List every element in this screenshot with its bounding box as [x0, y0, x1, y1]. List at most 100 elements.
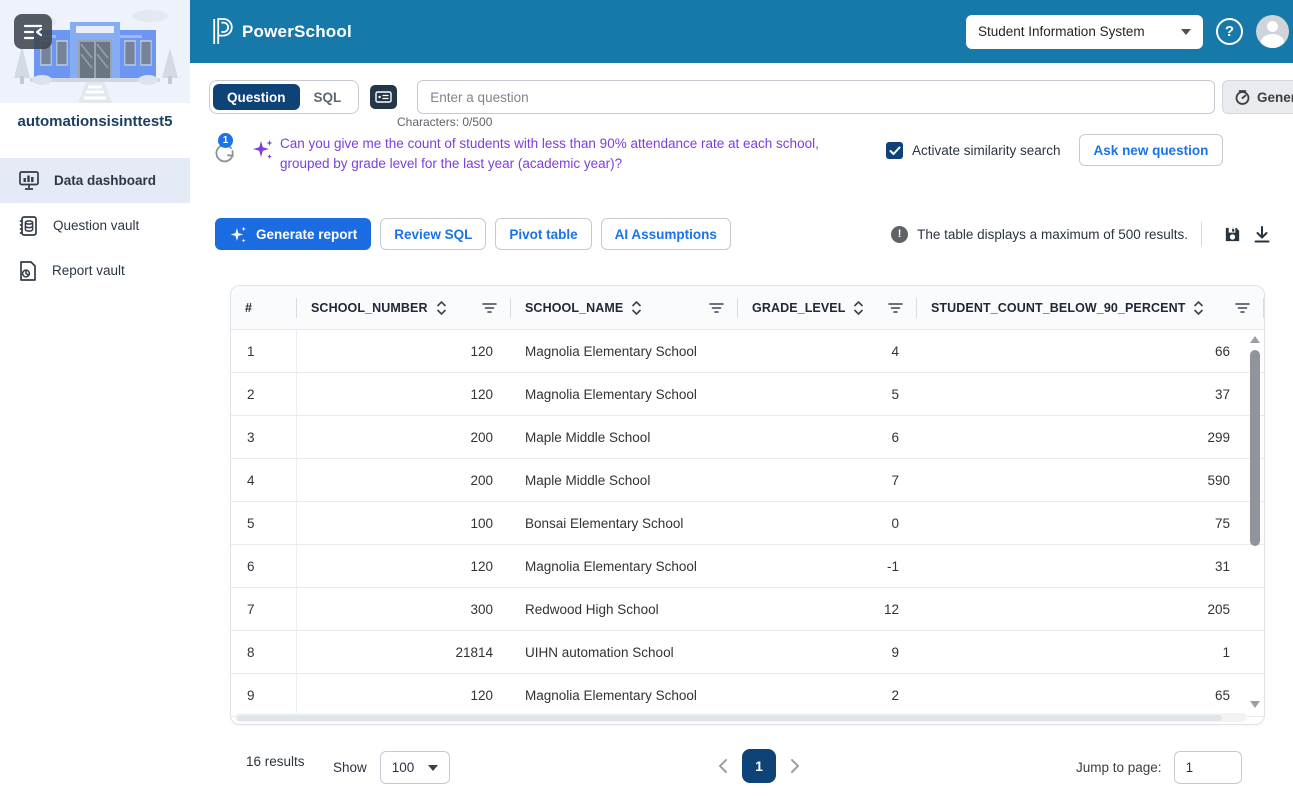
table-row[interactable]: 5100Bonsai Elementary School075: [231, 502, 1264, 545]
cell-grade-level: 7: [738, 459, 917, 501]
column-header-school-number[interactable]: SCHOOL_NUMBER: [297, 286, 511, 329]
scroll-up-arrow-icon[interactable]: [1250, 336, 1260, 343]
column-header-grade-level[interactable]: GRADE_LEVEL: [738, 286, 917, 329]
filter-icon[interactable]: [888, 302, 903, 314]
table-header-row: # SCHOOL_NUMBERSCHOOL_NAME GRADE_LEVEL STUD…: [231, 286, 1264, 330]
cell-school-name: Redwood High School: [511, 588, 738, 630]
product-selector-dropdown[interactable]: Student Information System: [966, 15, 1203, 49]
question-history-button[interactable]: 1: [212, 136, 238, 166]
jump-to-page-label: Jump to page:: [1076, 760, 1162, 775]
cell-school-number: 120: [297, 330, 511, 372]
sidebar-item-report-vault[interactable]: Report vault: [0, 248, 190, 293]
next-page-button[interactable]: [790, 758, 800, 774]
cell-student-count: 590: [917, 459, 1264, 501]
chevron-right-icon: [790, 758, 800, 774]
filter-icon[interactable]: [1235, 302, 1250, 314]
results-table: # SCHOOL_NUMBERSCHOOL_NAME GRADE_LEVEL STUD…: [230, 285, 1265, 725]
column-header-school-name[interactable]: SCHOOL_NAME: [511, 286, 738, 329]
generate-button[interactable]: Generate: [1222, 80, 1293, 114]
cell-school-number: 120: [297, 373, 511, 415]
current-page-button[interactable]: 1: [742, 749, 776, 783]
cell-grade-level: 12: [738, 588, 917, 630]
table-row[interactable]: 6120Magnolia Elementary School-131: [231, 545, 1264, 588]
help-button[interactable]: ?: [1216, 18, 1243, 45]
review-sql-button[interactable]: Review SQL: [380, 218, 486, 250]
tab-sql[interactable]: SQL: [300, 84, 356, 110]
cell-school-name: Maple Middle School: [511, 459, 738, 501]
brand-name: PowerSchool: [242, 22, 352, 42]
cell-student-count: 299: [917, 416, 1264, 458]
scroll-down-arrow-icon[interactable]: [1250, 701, 1260, 708]
table-row[interactable]: 821814UIHN automation School91: [231, 631, 1264, 674]
table-row[interactable]: 3200Maple Middle School6299: [231, 416, 1264, 459]
cell-school-number: 300: [297, 588, 511, 630]
cell-student-count: 66: [917, 330, 1264, 372]
sort-icon[interactable]: [436, 300, 447, 316]
download-icon: [1253, 225, 1271, 244]
filter-icon[interactable]: [482, 302, 497, 314]
pivot-table-button[interactable]: Pivot table: [495, 218, 591, 250]
pagination: 1: [718, 749, 800, 783]
cell-row-number: 9: [231, 674, 297, 716]
sort-icon[interactable]: [1193, 300, 1204, 316]
data-dashboard-icon: [18, 170, 40, 191]
cell-row-number: 2: [231, 373, 297, 415]
sidebar-collapse-button[interactable]: [14, 14, 52, 49]
horizontal-scrollbar[interactable]: [235, 713, 1247, 722]
similarity-label: Activate similarity search: [912, 143, 1061, 158]
user-avatar[interactable]: [1256, 15, 1289, 48]
ask-new-question-button[interactable]: Ask new question: [1079, 134, 1224, 166]
cell-school-name: Magnolia Elementary School: [511, 545, 738, 587]
sidebar-item-data-dashboard[interactable]: Data dashboard: [0, 158, 190, 203]
column-label: #: [245, 301, 252, 315]
cell-grade-level: 9: [738, 631, 917, 673]
table-row[interactable]: 1120Magnolia Elementary School466: [231, 330, 1264, 373]
cell-school-number: 200: [297, 416, 511, 458]
table-row[interactable]: 2120Magnolia Elementary School537: [231, 373, 1264, 416]
cell-student-count: 65: [917, 674, 1264, 716]
column-header-student-count-below-90-percent[interactable]: STUDENT_COUNT_BELOW_90_PERCENT: [917, 286, 1264, 329]
top-bar: PowerSchool Student Information System ?: [190, 0, 1293, 63]
sparkle-icon: [229, 225, 248, 244]
sample-questions-button[interactable]: [370, 85, 397, 109]
report-vault-icon: [18, 260, 38, 282]
previous-page-button[interactable]: [718, 758, 728, 774]
download-button[interactable]: [1249, 221, 1275, 247]
generate-icon: [1235, 90, 1250, 105]
similarity-checkbox[interactable]: [886, 142, 903, 159]
sort-icon[interactable]: [631, 300, 642, 316]
info-icon: !: [891, 226, 908, 243]
filter-icon[interactable]: [709, 302, 724, 314]
generate-report-button[interactable]: Generate report: [215, 218, 371, 250]
column-label: GRADE_LEVEL: [752, 301, 845, 315]
sidebar-item-question-vault[interactable]: Question vault: [0, 203, 190, 248]
cell-school-number: 200: [297, 459, 511, 501]
table-row[interactable]: 4200Maple Middle School7590: [231, 459, 1264, 502]
jump-to-page-input[interactable]: [1174, 751, 1242, 784]
vertical-scrollbar[interactable]: [1249, 332, 1262, 714]
sort-icon[interactable]: [853, 300, 864, 316]
question-input[interactable]: [417, 80, 1215, 114]
ai-sparkle-icon: [252, 138, 274, 162]
page-size-dropdown[interactable]: 100: [380, 751, 450, 784]
cell-grade-level: 0: [738, 502, 917, 544]
similarity-search-toggle[interactable]: Activate similarity search: [886, 142, 1061, 159]
asked-question-text: Can you give me the count of students wi…: [280, 134, 862, 174]
save-button[interactable]: [1219, 221, 1245, 247]
powerschool-logo-icon: [212, 18, 233, 45]
cell-grade-level: 2: [738, 674, 917, 716]
powerschool-app: automationsisinttest5 Data dashboardQues…: [0, 0, 1293, 796]
cell-student-count: 31: [917, 545, 1264, 587]
table-row[interactable]: 7300Redwood High School12205: [231, 588, 1264, 631]
product-selector-value: Student Information System: [978, 24, 1145, 39]
brand: PowerSchool: [212, 18, 352, 45]
tab-question[interactable]: Question: [213, 84, 300, 110]
cell-grade-level: 5: [738, 373, 917, 415]
table-row[interactable]: 9120Magnolia Elementary School265: [231, 674, 1264, 717]
chevron-down-icon: [1181, 29, 1191, 35]
generate-report-label: Generate report: [256, 227, 357, 242]
vertical-scrollbar-thumb[interactable]: [1250, 350, 1260, 546]
horizontal-scrollbar-thumb[interactable]: [237, 715, 1222, 721]
results-count: 16 results: [246, 754, 305, 769]
ai-assumptions-button[interactable]: AI Assumptions: [601, 218, 731, 250]
